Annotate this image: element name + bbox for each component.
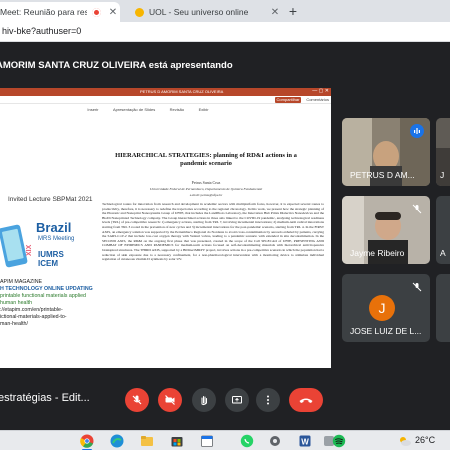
mic-off-button[interactable]: [125, 388, 149, 412]
magazine-line: ://etapim.com/en/printable-: [0, 307, 63, 313]
address-bar[interactable]: hiv-bke?authuser=0: [0, 22, 450, 42]
chrome-icon[interactable]: [80, 434, 94, 448]
mic-muted-icon: [410, 202, 424, 216]
magazine-line: H TECHNOLOGY ONLINE UPDATING: [0, 286, 93, 292]
taskbar: W 26°C: [0, 430, 450, 450]
svg-text:W: W: [301, 438, 309, 447]
tab-meet[interactable]: Meet: Reunião para resultad ✕: [0, 2, 120, 22]
participant-tile-a[interactable]: A: [436, 196, 450, 264]
presenting-banner: AMORIM SANTA CRUZ OLIVEIRA está apresent…: [0, 42, 450, 90]
meeting-title: estratégias - Edit...: [0, 392, 90, 404]
present-now-button[interactable]: [225, 388, 249, 412]
camera-off-icon: [165, 395, 175, 405]
recording-icon: [92, 7, 101, 17]
magazine-links: APIM MAGAZINE H TECHNOLOGY ONLINE UPDATI…: [0, 279, 93, 328]
more-vert-icon: [267, 395, 269, 405]
uol-favicon-icon: [135, 7, 144, 17]
shared-screen: PETRUS D AMORIM SANTA CRUZ OLIVEIRA — ▢ …: [0, 88, 331, 368]
new-tab-icon[interactable]: +: [285, 3, 301, 19]
participant-tile-extra[interactable]: [436, 274, 450, 342]
participant-tile-j[interactable]: J: [436, 118, 450, 186]
slide-affiliation: Universidade Federal de Pernambuco, Depa…: [149, 187, 263, 191]
participant-name: A: [440, 248, 446, 258]
magazine-line: man-health/: [0, 321, 28, 327]
browser-tab-strip: Meet: Reunião para resultad ✕ UOL - Seu …: [0, 0, 450, 22]
hand-icon: [201, 396, 207, 406]
participant-tile-petrus[interactable]: PETRUS D AM...: [342, 118, 430, 186]
magazine-line: human health: [0, 300, 33, 306]
call-controls-bar: estratégias - Edit...: [0, 368, 450, 430]
url-text: hiv-bke?authuser=0: [2, 26, 82, 36]
tab-meet-label: Meet: Reunião para resultad: [0, 7, 87, 17]
participant-name: JOSE LUIZ DE L...: [350, 326, 422, 336]
store-icon[interactable]: [170, 434, 184, 448]
edge-icon[interactable]: [110, 434, 124, 448]
settings-icon[interactable]: [268, 434, 282, 448]
slide-heading: HIERARCHICAL STRATEGIES: planning of RD&…: [115, 152, 297, 167]
more-options-button[interactable]: [256, 388, 280, 412]
lecture-title: Invited Lecture SBPMat 2021: [8, 196, 93, 203]
participant-tile-jose[interactable]: J JOSE LUIZ DE L...: [342, 274, 430, 342]
slide-email: e-mail: petrus@ufpe.br: [189, 193, 223, 197]
participant-tile-jayme[interactable]: Jayme Ribeiro: [342, 196, 430, 264]
spotify-icon[interactable]: [332, 434, 346, 448]
magazine-line: APIM MAGAZINE: [0, 279, 43, 285]
participant-name: PETRUS D AM...: [350, 170, 415, 180]
tab-uol[interactable]: UOL - Seu universo online ✕: [124, 2, 282, 22]
close-icon[interactable]: ✕: [268, 7, 282, 18]
magazine-line: printable functional materials applied: [0, 293, 86, 299]
window-controls-icon: — ▢ ✕: [312, 88, 329, 94]
powerpoint-ribbon: Reunião de ODS.pptx Início Inserir Apres…: [0, 96, 331, 112]
slide-left-column: Invited Lecture SBPMat 2021 XIX Brazil M…: [0, 104, 93, 368]
tab-uol-label: UOL - Seu universo online: [149, 7, 249, 17]
share-button: Compartilhar: [275, 97, 301, 103]
weather-temperature[interactable]: 26°C: [415, 435, 435, 445]
slide-body: Technological routes for innovation from…: [102, 202, 324, 262]
powerpoint-titlebar: PETRUS D AMORIM SANTA CRUZ OLIVEIRA — ▢ …: [0, 88, 331, 96]
folder-icon[interactable]: [140, 434, 154, 448]
whatsapp-icon[interactable]: [240, 434, 254, 448]
calendar-icon[interactable]: [200, 434, 214, 448]
hang-up-icon: [299, 398, 313, 403]
word-icon[interactable]: W: [298, 434, 312, 448]
slide-author: Petrus Santa Cruz: [191, 180, 221, 185]
present-icon: [232, 396, 242, 404]
presenting-text: AMORIM SANTA CRUZ OLIVEIRA está apresent…: [0, 60, 233, 71]
raise-hand-button[interactable]: [192, 388, 216, 412]
phone-icon: [0, 224, 28, 268]
slide-abstract: HIERARCHICAL STRATEGIES: planning of RD&…: [88, 104, 331, 368]
speaking-mic-icon: [410, 124, 424, 138]
end-call-button[interactable]: [289, 388, 323, 412]
weather-cloud-icon[interactable]: [397, 434, 413, 448]
powerpoint-title: PETRUS D AMORIM SANTA CRUZ OLIVEIRA: [140, 89, 224, 94]
close-icon[interactable]: ✕: [106, 7, 120, 18]
avatar: J: [369, 295, 395, 321]
magazine-line: ictional-materials-applied-to-: [0, 314, 67, 320]
camera-off-button[interactable]: [158, 388, 182, 412]
mic-off-icon: [132, 395, 142, 405]
mic-muted-icon: [410, 280, 424, 294]
comments-button: Comentários: [306, 97, 329, 102]
participant-name: Jayme Ribeiro: [350, 248, 405, 258]
participant-name: J: [440, 170, 445, 180]
screen: Meet: Reunião para resultad ✕ UOL - Seu …: [0, 0, 450, 450]
